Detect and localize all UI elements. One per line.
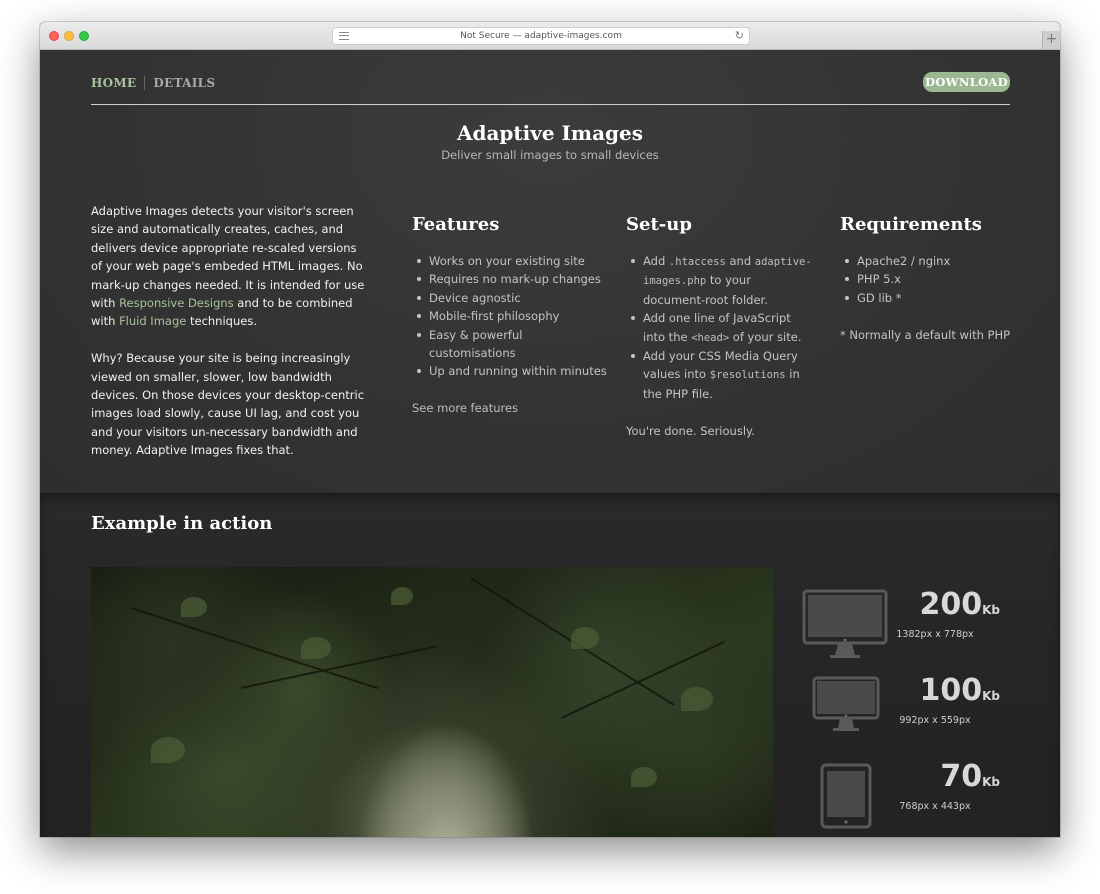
intro-paragraph-2: Why? Because your site is being increasi…	[91, 351, 365, 458]
download-button[interactable]: DOWNLOAD	[923, 72, 1010, 92]
list-item: Add one line of JavaScript into the <hea…	[626, 309, 816, 347]
features-list: Works on your existing site Requires no …	[412, 252, 612, 381]
nav-details-link[interactable]: DETAILS	[145, 76, 215, 90]
stat-dims-small: 768px x 443px	[899, 801, 971, 812]
intro-paragraph-1: Adaptive Images detects your visitor's s…	[91, 202, 366, 331]
code-snippet: <head>	[691, 331, 730, 344]
list-item: Works on your existing site	[412, 252, 612, 270]
stat-size-large: 200Kb	[890, 587, 1000, 622]
intro-text-part: Adaptive Images detects your visitor's s…	[91, 204, 365, 311]
list-item: PHP 5.x	[840, 270, 1040, 288]
intro-text: Adaptive Images detects your visitor's s…	[91, 202, 366, 478]
intro-text-part: techniques.	[186, 314, 257, 329]
features-column: Features Works on your existing site Req…	[412, 214, 612, 418]
stat-size-value: 70	[940, 759, 983, 794]
nav-home-link[interactable]: HOME	[91, 76, 146, 90]
photo-leaf	[151, 737, 185, 763]
see-more-features-link[interactable]: See more features	[412, 399, 612, 417]
list-item: Easy & powerful customisations	[412, 326, 612, 363]
photo-leaf	[571, 627, 599, 649]
address-bar[interactable]: Not Secure — adaptive-images.com ↻	[332, 27, 750, 45]
stat-dims-medium: 992px x 559px	[899, 715, 971, 726]
stat-dims-large: 1382px x 778px	[896, 629, 974, 640]
stat-size-small: 70Kb	[890, 759, 1000, 794]
close-window-button[interactable]	[49, 31, 59, 41]
stat-size-value: 100	[919, 673, 983, 708]
photo-leaf	[301, 637, 331, 659]
minimize-window-button[interactable]	[64, 31, 74, 41]
browser-window: Not Secure — adaptive-images.com ↻ + HOM…	[40, 22, 1060, 837]
page-title: Adaptive Images	[456, 121, 644, 145]
desktop-monitor-small-icon	[812, 676, 880, 731]
stat-size-unit: Kb	[982, 603, 1000, 617]
reload-icon[interactable]: ↻	[735, 28, 744, 44]
setup-column: Set-up Add .htaccess and adaptive-images…	[626, 214, 816, 440]
reader-view-icon[interactable]	[339, 32, 349, 40]
hero-section: HOME DETAILS DOWNLOAD Adaptive Images De…	[40, 50, 1060, 493]
page-subtitle: Deliver small images to small devices	[441, 148, 659, 162]
features-heading: Features	[412, 214, 500, 235]
requirements-list: Apache2 / nginx PHP 5.x GD lib *	[840, 252, 1040, 307]
list-item: Add your CSS Media Query values into $re…	[626, 347, 816, 403]
stat-size-unit: Kb	[982, 689, 1000, 703]
requirements-note: * Normally a default with PHP	[840, 327, 1011, 342]
responsive-designs-link[interactable]: Responsive Designs	[119, 296, 234, 310]
photo-leaf	[681, 687, 713, 711]
example-heading: Example in action	[91, 513, 273, 534]
main-nav: HOME DETAILS	[91, 74, 215, 92]
list-item: Up and running within minutes	[412, 362, 612, 380]
photo-branch	[130, 607, 379, 690]
stat-size-value: 200	[919, 587, 983, 622]
example-forest-image	[91, 567, 773, 837]
browser-titlebar: Not Secure — adaptive-images.com ↻ +	[40, 22, 1060, 50]
setup-text: Add	[643, 254, 669, 268]
tablet-icon	[820, 763, 872, 829]
code-snippet: $resolutions	[709, 369, 786, 382]
stat-size-medium: 100Kb	[890, 673, 1000, 708]
photo-leaf	[631, 767, 657, 787]
photo-leaf	[181, 597, 207, 617]
desktop-monitor-large-icon	[802, 589, 888, 658]
code-snippet: .htaccess	[668, 256, 726, 268]
fluid-image-link[interactable]: Fluid Image	[119, 314, 186, 328]
setup-done-text: You're done. Seriously.	[626, 423, 755, 438]
page-viewport: HOME DETAILS DOWNLOAD Adaptive Images De…	[40, 50, 1060, 837]
maximize-window-button[interactable]	[79, 31, 89, 41]
setup-heading: Set-up	[626, 214, 692, 235]
requirements-heading: Requirements	[840, 214, 982, 235]
header-divider	[91, 104, 1010, 105]
stat-size-unit: Kb	[982, 775, 1000, 789]
list-item: Requires no mark-up changes	[412, 270, 612, 288]
setup-list: Add .htaccess and adaptive-images.php to…	[626, 252, 816, 403]
setup-text: of your site.	[729, 329, 802, 344]
list-item: Device agnostic	[412, 289, 612, 307]
address-bar-text: Not Secure — adaptive-images.com	[460, 31, 622, 41]
requirements-column: Requirements Apache2 / nginx PHP 5.x GD …	[840, 214, 1040, 344]
photo-leaf	[391, 587, 413, 605]
list-item: GD lib *	[840, 289, 1040, 307]
example-section: Example in action 200Kb 1382px x 778px 1…	[40, 493, 1060, 837]
setup-text: and	[725, 254, 755, 268]
list-item: Mobile-first philosophy	[412, 307, 612, 325]
new-tab-button[interactable]: +	[1042, 31, 1060, 49]
list-item: Add .htaccess and adaptive-images.php to…	[626, 252, 816, 309]
list-item: Apache2 / nginx	[840, 252, 1040, 270]
